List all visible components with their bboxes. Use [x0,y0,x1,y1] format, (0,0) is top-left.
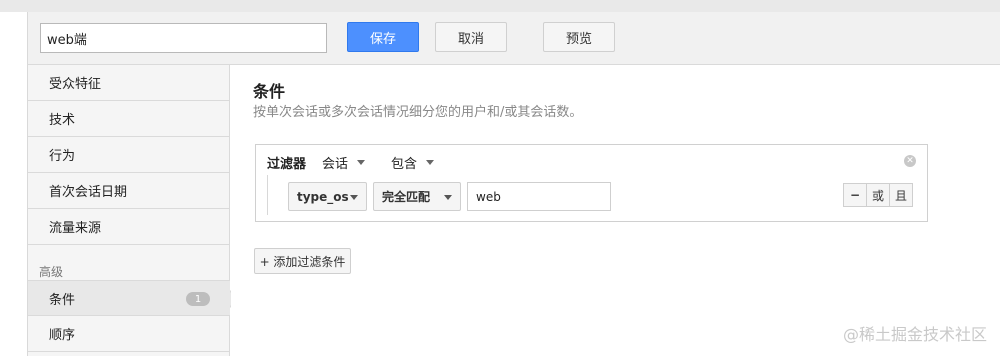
filter-mode-dropdown[interactable]: 包含 [391,153,435,172]
left-frame [0,12,15,356]
chevron-down-icon [426,160,435,165]
panel-title: 条件 [253,82,286,101]
filter-label: 过滤器 [267,157,307,172]
top-strip [0,0,1000,12]
sidebar-item-behavior[interactable]: 行为 [28,137,230,173]
sidebar-item-sequences[interactable]: 顺序 [28,316,230,352]
sidebar-item-label: 行为 [49,149,76,164]
filter-scope-value: 会话 [322,157,349,172]
conditions-panel: 条件 按单次会话或多次会话情况细分您的用户和/或其会话数。 过滤器 会话 包含 … [231,65,1000,356]
match-type-select[interactable]: 完全匹配 [373,182,461,211]
sidebar-item-label: 流量来源 [49,221,102,236]
sidebar-item-label: 受众特征 [49,77,102,92]
filter-value-input[interactable] [467,182,611,211]
or-button[interactable]: 或 [866,183,890,207]
filter-scope-dropdown[interactable]: 会话 [322,153,366,172]
sidebar-item-label: 首次会话日期 [49,185,128,200]
chevron-down-icon [357,160,366,165]
panel-subtitle: 按单次会话或多次会话情况细分您的用户和/或其会话数。 [253,105,583,120]
count-badge: 1 [186,292,210,306]
filter-mode-value: 包含 [391,157,418,172]
filter-condition-row: type_os 完全匹配 − 或 且 [256,175,927,221]
condition-button-group: − 或 且 [843,183,913,207]
remove-filter-icon[interactable]: ✕ [904,155,916,167]
save-button[interactable]: 保存 [347,22,419,52]
cancel-button[interactable]: 取消 [435,22,507,52]
add-filter-button[interactable]: + 添加过滤条件 [254,248,351,274]
match-type-value: 完全匹配 [382,190,431,204]
preview-button[interactable]: 预览 [543,22,615,52]
segment-sidebar: 受众特征 技术 行为 首次会话日期 流量来源 高级 条件 1 顺序 [27,65,230,356]
sidebar-item-label: 技术 [49,113,76,128]
row-connector-line [267,175,268,215]
sidebar-item-first-session-date[interactable]: 首次会话日期 [28,173,230,209]
chevron-down-icon [350,195,358,200]
dimension-value: type_os [297,189,349,204]
sidebar-item-label: 条件 [49,292,76,308]
dimension-select[interactable]: type_os [288,182,367,211]
sidebar-item-traffic-source[interactable]: 流量来源 [28,209,230,245]
chevron-down-icon [444,195,452,200]
sidebar-item-label: 顺序 [49,328,76,343]
filter-box: 过滤器 会话 包含 ✕ type_os 完全匹配 − 或 且 [255,144,928,222]
segment-name-input[interactable] [40,23,327,53]
sidebar-section-advanced: 高级 [39,265,64,279]
sidebar-item-demographics[interactable]: 受众特征 [28,65,230,101]
sidebar-item-conditions[interactable]: 条件 1 [28,280,230,316]
remove-condition-button[interactable]: − [843,183,867,207]
watermark: @稀土掘金技术社区 [842,325,987,344]
sidebar-item-technology[interactable]: 技术 [28,101,230,137]
and-button[interactable]: 且 [889,183,913,207]
segment-header: 保存 取消 预览 [27,12,1000,65]
